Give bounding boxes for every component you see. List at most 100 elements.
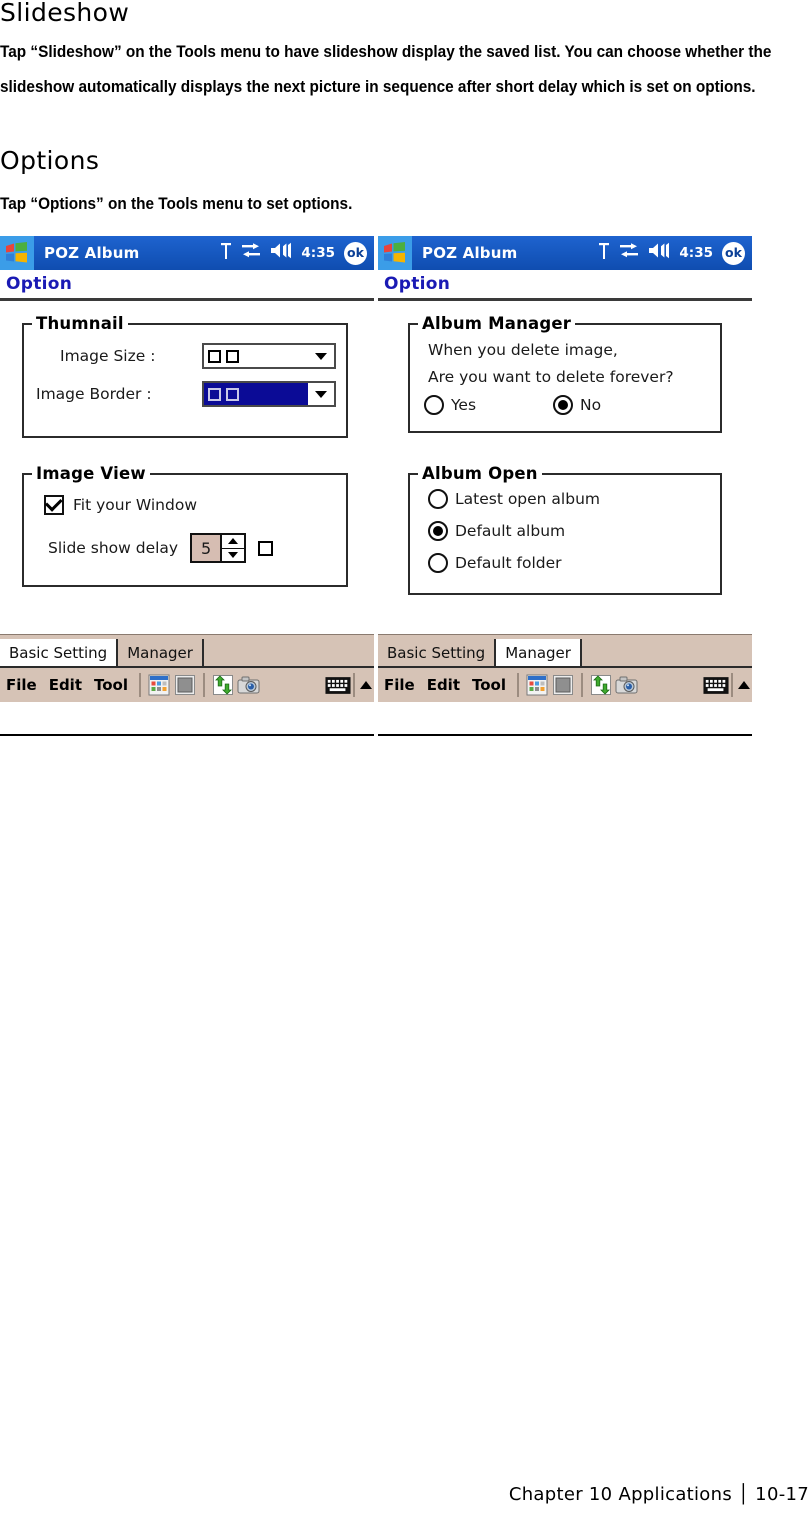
clock-time[interactable]: 4:35 xyxy=(301,245,335,261)
page-footer: Chapter 10 Applications │ 10-17 xyxy=(508,1484,809,1505)
keyboard-icon[interactable] xyxy=(703,672,729,698)
radio-latest-open-album[interactable] xyxy=(428,489,448,509)
glyph-box-icon xyxy=(226,349,239,363)
command-bar: File Edit Tool xyxy=(0,666,374,702)
caption-bar: Option xyxy=(0,270,374,301)
camera-icon[interactable] xyxy=(614,672,640,698)
sync-arrows-icon[interactable] xyxy=(588,672,614,698)
chevron-down-icon[interactable] xyxy=(308,383,334,405)
combo-image-border-value xyxy=(204,383,308,405)
radio-option-default-album[interactable]: Default album xyxy=(428,521,565,541)
status-icons: 4:35 ok xyxy=(598,241,752,265)
single-image-icon[interactable] xyxy=(550,672,576,698)
network-connection-icon[interactable] xyxy=(619,242,639,264)
menu-edit[interactable]: Edit xyxy=(421,676,466,694)
spinner-slide-show-delay[interactable]: 5 xyxy=(190,533,247,563)
title-bar: POZ Album 4:35 ok xyxy=(378,236,752,270)
glyph-box-icon xyxy=(208,349,221,363)
group-album-open: Album Open Latest open album Default alb… xyxy=(408,464,722,595)
caption-bar: Option xyxy=(378,270,752,301)
thumbnail-grid-icon[interactable] xyxy=(524,672,550,698)
client-area: Thumnail Image Size : Image Border : Ima… xyxy=(0,301,374,634)
volume-speaker-icon[interactable] xyxy=(270,242,292,264)
menu-tool[interactable]: Tool xyxy=(88,676,134,694)
tab-strip-filler xyxy=(203,639,374,666)
combo-image-size[interactable] xyxy=(202,343,336,369)
app-title: POZ Album xyxy=(422,244,518,262)
windows-flag-icon[interactable] xyxy=(378,236,412,270)
chevron-up-icon[interactable] xyxy=(736,672,752,698)
label-slide-show-delay: Slide show delay xyxy=(48,539,179,557)
menu-file[interactable]: File xyxy=(0,676,43,694)
checkbox-fit-your-window[interactable] xyxy=(44,494,64,515)
tab-strip-filler xyxy=(581,639,752,666)
separator xyxy=(731,673,733,697)
tab-strip: Basic Setting Manager xyxy=(0,634,374,666)
slideshow-paragraph-line2: slideshow automatically displays the nex… xyxy=(0,78,756,96)
ok-button[interactable]: ok xyxy=(344,241,367,265)
separator xyxy=(139,673,141,697)
tab-manager[interactable]: Manager xyxy=(496,639,582,666)
page-root: Slideshow Tap “Slideshow” on the Tools m… xyxy=(0,0,811,1513)
radio-default-album[interactable] xyxy=(428,521,448,541)
combo-image-border[interactable] xyxy=(202,381,336,407)
glyph-box-icon xyxy=(208,387,221,401)
radio-option-yes[interactable]: Yes xyxy=(424,395,476,415)
status-icons: 4:35 ok xyxy=(220,241,374,265)
spinner-value[interactable]: 5 xyxy=(192,535,221,561)
label-yes: Yes xyxy=(451,396,477,414)
ok-button[interactable]: ok xyxy=(722,241,745,265)
album-manager-text-line2: Are you want to delete forever? xyxy=(428,368,674,386)
spinner-buttons[interactable] xyxy=(220,535,245,561)
camera-icon[interactable] xyxy=(236,672,262,698)
group-album-manager: Album Manager When you delete image, Are… xyxy=(408,314,722,433)
radio-default-folder[interactable] xyxy=(428,553,448,573)
volume-speaker-icon[interactable] xyxy=(648,242,670,264)
thumbnail-grid-icon[interactable] xyxy=(146,672,172,698)
group-title-thumbnail: Thumnail xyxy=(32,314,128,333)
menu-file[interactable]: File xyxy=(378,676,421,694)
network-connection-icon[interactable] xyxy=(241,242,261,264)
chevron-up-icon[interactable] xyxy=(358,672,374,698)
separator xyxy=(353,673,355,697)
antenna-icon[interactable] xyxy=(598,242,610,265)
caption-label: Option xyxy=(384,274,451,294)
single-image-icon[interactable] xyxy=(172,672,198,698)
radio-no[interactable] xyxy=(553,395,573,415)
tab-strip: Basic Setting Manager xyxy=(378,634,752,666)
sync-arrows-icon[interactable] xyxy=(210,672,236,698)
tab-basic-setting[interactable]: Basic Setting xyxy=(0,639,119,666)
label-default-album: Default album xyxy=(455,522,566,540)
menu-edit[interactable]: Edit xyxy=(43,676,88,694)
page-title-options: Options xyxy=(0,146,100,175)
radio-option-latest-open-album[interactable]: Latest open album xyxy=(428,489,600,509)
spinner-up-icon[interactable] xyxy=(222,535,245,549)
label-no: No xyxy=(580,396,602,414)
checkbox-fit-your-window-row[interactable]: Fit your Window xyxy=(44,494,197,515)
radio-option-no[interactable]: No xyxy=(553,395,601,415)
label-image-size: Image Size : xyxy=(60,347,156,365)
page-title-slideshow: Slideshow xyxy=(0,0,130,27)
pda-screenshot-basic-setting: POZ Album 4:35 ok Option Thumnail Image … xyxy=(0,236,374,736)
label-default-folder: Default folder xyxy=(455,554,562,572)
tab-basic-setting[interactable]: Basic Setting xyxy=(378,639,497,666)
album-manager-text-line1: When you delete image, xyxy=(428,341,618,359)
spinner-down-icon[interactable] xyxy=(222,548,245,561)
group-image-view: Image View Fit your Window Slide show de… xyxy=(22,464,348,587)
chevron-down-icon[interactable] xyxy=(308,345,334,367)
clock-time[interactable]: 4:35 xyxy=(679,245,713,261)
radio-yes[interactable] xyxy=(424,395,444,415)
tab-manager[interactable]: Manager xyxy=(118,639,204,666)
radio-option-default-folder[interactable]: Default folder xyxy=(428,553,562,573)
options-paragraph: Tap “Options” on the Tools menu to set o… xyxy=(0,195,353,213)
separator xyxy=(517,673,519,697)
glyph-box-icon xyxy=(226,387,239,401)
windows-flag-icon[interactable] xyxy=(0,236,34,270)
slideshow-paragraph-line1: Tap “Slideshow” on the Tools menu to hav… xyxy=(0,43,772,61)
menu-tool[interactable]: Tool xyxy=(466,676,512,694)
group-thumbnail: Thumnail Image Size : Image Border : xyxy=(22,314,348,438)
label-fit-your-window: Fit your Window xyxy=(73,496,197,514)
group-title-album-open: Album Open xyxy=(418,464,542,483)
keyboard-icon[interactable] xyxy=(325,672,351,698)
antenna-icon[interactable] xyxy=(220,242,232,265)
